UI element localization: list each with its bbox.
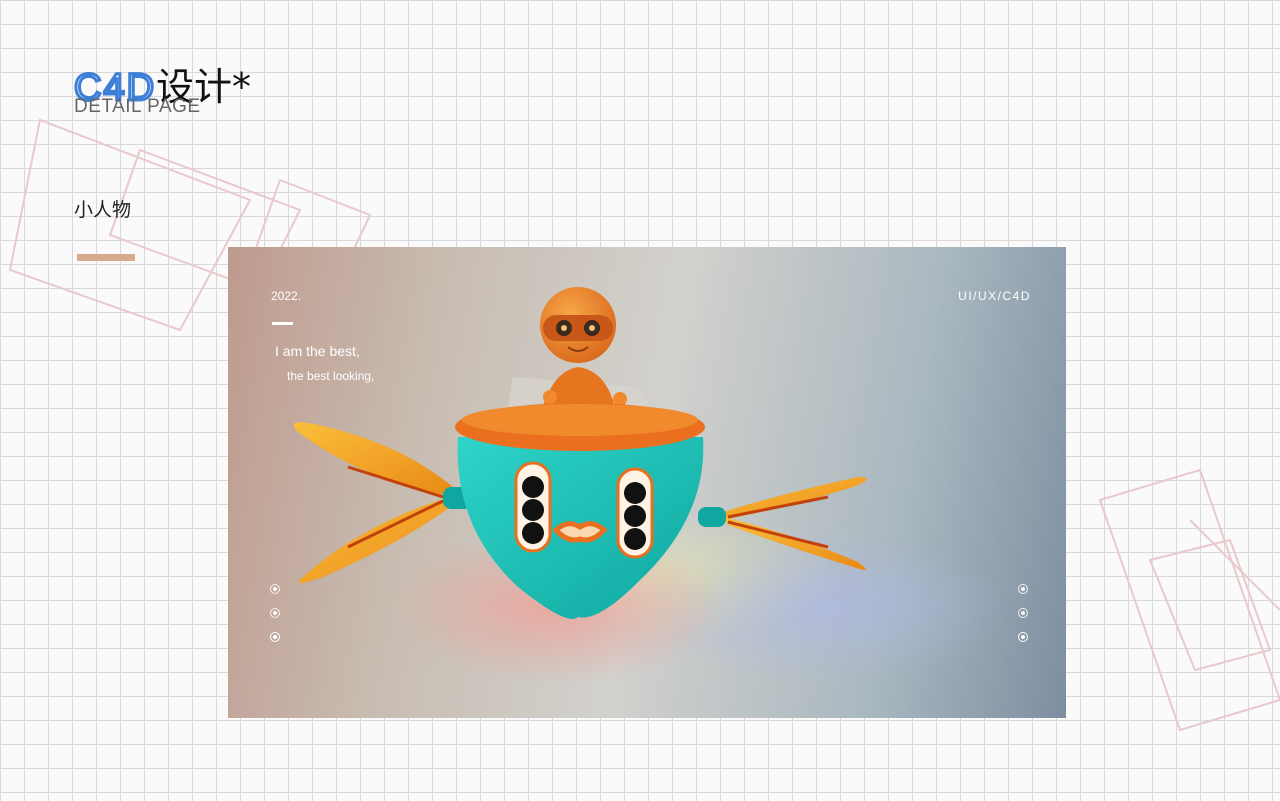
page-subtitle: DETAIL PAGE <box>74 96 201 117</box>
pager-dot[interactable] <box>270 608 280 618</box>
pager-right <box>1018 584 1028 642</box>
vehicle-body <box>455 403 705 619</box>
pager-dot-active[interactable] <box>1018 632 1028 642</box>
pager-dot-active[interactable] <box>270 632 280 642</box>
hero-render: 2022. UI/UX/C4D I am the best, the best … <box>228 247 1066 718</box>
character-illustration <box>293 287 867 619</box>
left-wing <box>293 422 473 583</box>
pager-left <box>270 584 280 642</box>
pager-dot[interactable] <box>1018 608 1028 618</box>
pager-dot[interactable] <box>270 584 280 594</box>
section-label: 小人物 <box>74 199 132 221</box>
section-accent-bar <box>77 254 135 261</box>
pager-dot[interactable] <box>1018 584 1028 594</box>
hero-tag: UI/UX/C4D <box>958 289 1031 303</box>
right-wing <box>698 477 867 571</box>
